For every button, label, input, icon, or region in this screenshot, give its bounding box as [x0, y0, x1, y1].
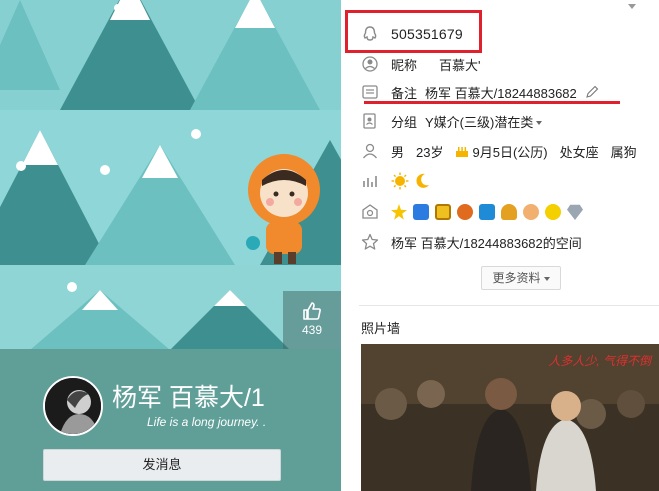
remark-label: 备注: [391, 85, 418, 101]
star-icon: [361, 233, 379, 250]
remark-icon: [362, 85, 378, 99]
photo-caption: 人多人少, 气得不倒: [548, 354, 651, 368]
section-divider: [359, 305, 659, 306]
shield-badge-icon[interactable]: [501, 204, 517, 220]
face-badge-icon[interactable]: [523, 204, 539, 220]
profile-display-name: 杨军 百慕大/1: [112, 384, 265, 412]
group-row: 分组 Y媒介(三级)潜在类: [341, 109, 659, 133]
qq-number-row: 505351679: [341, 22, 659, 46]
moon-level-icon[interactable]: [413, 172, 431, 190]
avatar[interactable]: [43, 376, 103, 436]
photo-wall-image[interactable]: 人多人少, 气得不倒: [361, 344, 659, 491]
chevron-down-icon[interactable]: [628, 4, 636, 9]
diamond-badge-icon[interactable]: [567, 204, 583, 220]
profile-cover-panel: 439 杨军 百慕大/1 Life is a long journey. . 发…: [0, 0, 341, 491]
nickname-row: 昵称 百慕大': [341, 52, 659, 76]
space-link[interactable]: 杨军 百慕大/18244883682的空间: [391, 233, 582, 252]
birthday-group: 9月5日(公历): [455, 142, 548, 161]
nickname-label: 昵称: [391, 57, 418, 73]
birthday: 9月5日(公历): [472, 144, 548, 160]
girl-badge-icon[interactable]: [545, 204, 561, 220]
qq-icon: [363, 26, 377, 41]
like-count: 439: [301, 323, 323, 337]
chevron-down-icon: [543, 276, 550, 281]
more-info-button[interactable]: 更多资料: [481, 266, 561, 290]
chevron-down-icon: [536, 121, 543, 126]
nickname-icon: [362, 56, 378, 72]
zodiac: 处女座: [559, 144, 599, 160]
birthday-icon: [456, 147, 469, 157]
group-value: Y媒介(三级)潜在类: [425, 114, 534, 130]
badge-icon: [362, 204, 378, 219]
frame-badge-icon[interactable]: [435, 204, 451, 220]
chinese-zodiac: 属狗: [610, 144, 637, 160]
qq-number[interactable]: 505351679: [391, 26, 463, 42]
profile-signature: Life is a long journey. .: [147, 415, 267, 429]
group-select[interactable]: Y媒介(三级)潜在类: [425, 112, 543, 131]
photo-wall-title: 照片墙: [361, 321, 401, 336]
level-icon: [363, 176, 377, 187]
age: 23岁: [416, 144, 444, 160]
person-icon: [362, 143, 378, 159]
more-info-label: 更多资料: [492, 271, 541, 285]
remark-value[interactable]: 杨军 百慕大/18244883682: [425, 83, 577, 102]
pencil-icon[interactable]: [585, 85, 599, 99]
camera-badge-icon[interactable]: [413, 204, 429, 220]
space-row: 杨军 百慕大/18244883682的空间: [341, 230, 659, 254]
level-row: [341, 169, 659, 193]
remark-highlight: [364, 101, 620, 104]
personal-info-row: 男 23岁 9月5日(公历) 处女座 属狗: [341, 139, 659, 163]
nickname-value: 百慕大': [439, 57, 481, 73]
group-label: 分组: [391, 114, 418, 130]
badges-row: [341, 200, 659, 224]
profile-info-panel: 505351679 昵称 百慕大' 备注 杨军 百慕大/18244883682: [341, 0, 659, 491]
like-button[interactable]: 439: [283, 291, 341, 349]
weibo-badge-icon[interactable]: [457, 204, 473, 220]
thumb-up-icon: [303, 302, 321, 320]
group-icon: [363, 113, 376, 129]
sun-level-icon[interactable]: [391, 172, 409, 190]
star-badge-icon[interactable]: [391, 204, 407, 220]
send-message-button[interactable]: 发消息: [43, 449, 281, 481]
gender: 男: [391, 144, 405, 160]
penguin-badge-icon[interactable]: [479, 204, 495, 220]
